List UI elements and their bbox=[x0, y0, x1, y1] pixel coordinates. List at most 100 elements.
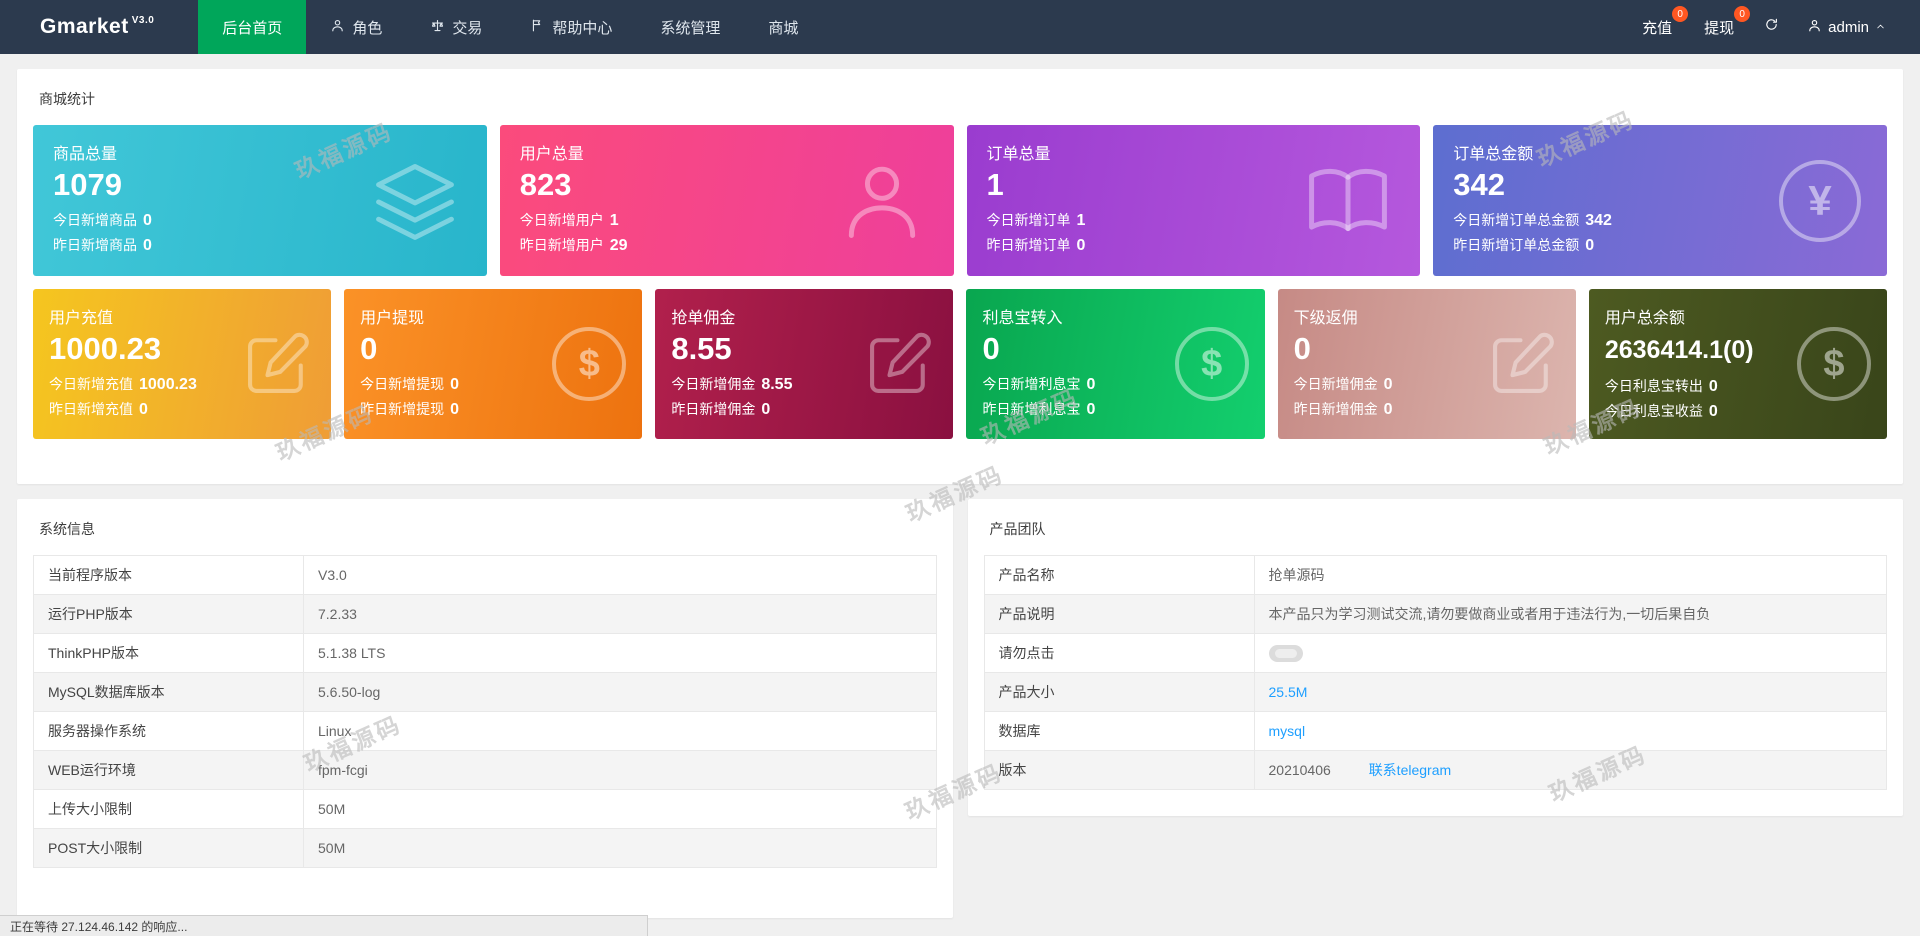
refresh-icon bbox=[1764, 17, 1779, 37]
logo[interactable]: Gmarket V3.0 bbox=[0, 0, 198, 54]
row-label: POST大小限制 bbox=[33, 828, 304, 868]
line-value: 0 bbox=[1086, 401, 1096, 418]
line-label: 昨日新增利息宝 bbox=[982, 401, 1081, 417]
line-label: 昨日新增佣金 bbox=[671, 401, 756, 417]
stat-card-products-total: 商品总量 1079 今日新增商品 0 昨日新增商品 0 bbox=[33, 125, 487, 276]
line-value: 0 bbox=[1585, 237, 1595, 254]
table-row: 上传大小限制 50M bbox=[33, 789, 937, 829]
chevron-up-icon bbox=[1875, 19, 1886, 36]
line-value: 29 bbox=[609, 237, 628, 254]
user-menu[interactable]: admin bbox=[1793, 0, 1894, 54]
username: admin bbox=[1828, 18, 1869, 36]
stat-card-orders-total: 订单总量 1 今日新增订单 1 昨日新增订单 0 bbox=[966, 125, 1421, 276]
row-value: 5.1.38 LTS bbox=[303, 633, 937, 673]
line-label: 今日新增商品 bbox=[53, 212, 137, 228]
system-info-table: 当前程序版本 V3.0 运行PHP版本 7.2.33 ThinkPHP版本 5.1.3… bbox=[33, 555, 937, 868]
row-label: 当前程序版本 bbox=[33, 555, 304, 595]
version-value: 20210406 bbox=[1268, 762, 1331, 778]
line-label: 昨日新增提现 bbox=[360, 401, 445, 417]
table-row: WEB运行环境 fpm-fcgi bbox=[33, 750, 937, 790]
row-label: 版本 bbox=[983, 750, 1255, 790]
bottom-panels: 系统信息 当前程序版本 V3.0 运行PHP版本 7.2.33 ThinkPHP版本… bbox=[17, 499, 1903, 918]
row-label: 请勿点击 bbox=[983, 633, 1255, 673]
dollar-circle-icon: $ bbox=[1174, 327, 1249, 401]
withdraw-button[interactable]: 提现 0 bbox=[1688, 0, 1751, 54]
line-value: 0 bbox=[139, 401, 148, 418]
row-value: 5.6.50-log bbox=[303, 672, 937, 712]
product-size-link[interactable]: 25.5M bbox=[1269, 684, 1308, 700]
line-value: 342 bbox=[1585, 212, 1612, 229]
stat-card-title: 利息宝转入 bbox=[982, 310, 1063, 327]
user-icon bbox=[1807, 18, 1822, 37]
line-label: 今日新增订单总金额 bbox=[1453, 212, 1580, 228]
nav-item-mall[interactable]: 商城 bbox=[744, 0, 822, 54]
line-value: 1 bbox=[1076, 212, 1086, 229]
do-not-click-badge[interactable] bbox=[1268, 644, 1303, 662]
row-value: mysql bbox=[1253, 711, 1887, 751]
nav-item-roles[interactable]: 角色 bbox=[306, 0, 406, 54]
stat-card-user-withdraw: 用户提现 0 今日新增提现 0 昨日新增提现 0 $ bbox=[344, 289, 643, 439]
table-row: 版本 20210406 联系telegram bbox=[983, 750, 1887, 790]
scale-icon bbox=[430, 18, 445, 37]
line-value: 0 bbox=[1383, 401, 1393, 418]
recharge-badge: 0 bbox=[1672, 6, 1689, 22]
row-value: 20210406 联系telegram bbox=[1253, 750, 1887, 790]
row-label: 数据库 bbox=[983, 711, 1255, 751]
status-text: 正在等待 27.124.46.142 的响应... bbox=[10, 919, 188, 934]
nav-item-trade[interactable]: 交易 bbox=[406, 0, 506, 54]
stat-card-user-balance-total: 用户总余额 2636414.1(0) 今日利息宝转出 0 今日利息宝收益 0 $ bbox=[1588, 289, 1887, 439]
table-row: ThinkPHP版本 5.1.38 LTS bbox=[33, 633, 937, 673]
edit-icon bbox=[1484, 326, 1560, 402]
nav-label: 交易 bbox=[452, 19, 483, 37]
row-label: 产品大小 bbox=[983, 672, 1255, 712]
flag-icon bbox=[530, 18, 545, 37]
person-icon bbox=[836, 155, 928, 247]
stat-card-title: 用户总余额 bbox=[1604, 310, 1685, 327]
stat-card-interest-in: 利息宝转入 0 今日新增利息宝 0 昨日新增利息宝 0 $ bbox=[966, 289, 1265, 439]
stat-card-user-recharge: 用户充值 1000.23 今日新增充值 1000.23 昨日新增充值 0 bbox=[33, 289, 332, 439]
line-value: 0 bbox=[450, 401, 460, 418]
dollar-circle-icon: $ bbox=[1796, 327, 1871, 401]
row-label: 运行PHP版本 bbox=[33, 594, 304, 634]
line-value: 0 bbox=[1086, 376, 1096, 393]
dollar-circle-icon: $ bbox=[552, 327, 627, 401]
table-row: 产品大小 25.5M bbox=[983, 672, 1887, 712]
topbar-right: 充值 0 提现 0 admin bbox=[1626, 0, 1920, 54]
topbar: Gmarket V3.0 后台首页 角色 交易 帮助中心 系统管理 商城 充值 0 bbox=[0, 0, 1920, 54]
table-row: 请勿点击 bbox=[983, 633, 1887, 673]
table-row: MySQL数据库版本 5.6.50-log bbox=[33, 672, 937, 712]
line-value: 1000.23 bbox=[139, 376, 197, 393]
nav-label: 帮助中心 bbox=[552, 19, 613, 37]
row-value: 7.2.33 bbox=[303, 594, 937, 634]
row-value: fpm-fcgi bbox=[303, 750, 937, 790]
line-value: 0 bbox=[143, 212, 152, 229]
nav-label: 商城 bbox=[768, 19, 799, 37]
row-label: ThinkPHP版本 bbox=[33, 633, 304, 673]
row-value: V3.0 bbox=[303, 555, 937, 595]
line-value: 0 bbox=[1708, 378, 1718, 395]
line-label: 今日利息宝转出 bbox=[1604, 378, 1703, 394]
line-value: 0 bbox=[761, 401, 771, 418]
nav-item-help-center[interactable]: 帮助中心 bbox=[506, 0, 636, 54]
telegram-link[interactable]: 联系telegram bbox=[1369, 762, 1451, 778]
line-value: 0 bbox=[1076, 237, 1086, 254]
stats-row-1: 商品总量 1079 今日新增商品 0 昨日新增商品 0 用户总量 823 今日新增用… bbox=[33, 125, 1887, 276]
nav-item-system-admin[interactable]: 系统管理 bbox=[636, 0, 744, 54]
line-label: 昨日新增充值 bbox=[49, 401, 133, 417]
stat-card-title: 下级返佣 bbox=[1293, 310, 1358, 327]
row-label: 上传大小限制 bbox=[33, 789, 304, 829]
row-label: 产品说明 bbox=[983, 594, 1255, 634]
line-label: 昨日新增订单总金额 bbox=[1453, 237, 1580, 253]
database-link[interactable]: mysql bbox=[1269, 723, 1306, 739]
line-value: 1 bbox=[609, 212, 619, 229]
main-content: 商城统计 商品总量 1079 今日新增商品 0 昨日新增商品 0 用户总量 823 … bbox=[0, 54, 1920, 918]
recharge-button[interactable]: 充值 0 bbox=[1626, 0, 1689, 54]
line-label: 今日新增订单 bbox=[986, 212, 1071, 228]
refresh-button[interactable] bbox=[1750, 0, 1793, 54]
system-info-panel: 系统信息 当前程序版本 V3.0 运行PHP版本 7.2.33 ThinkPHP版本… bbox=[17, 499, 953, 918]
line-label: 今日新增佣金 bbox=[671, 376, 756, 392]
table-row: 数据库 mysql bbox=[983, 711, 1887, 751]
nav-item-dashboard[interactable]: 后台首页 bbox=[198, 0, 307, 54]
line-label: 今日新增利息宝 bbox=[982, 376, 1081, 392]
layers-icon bbox=[369, 155, 461, 247]
